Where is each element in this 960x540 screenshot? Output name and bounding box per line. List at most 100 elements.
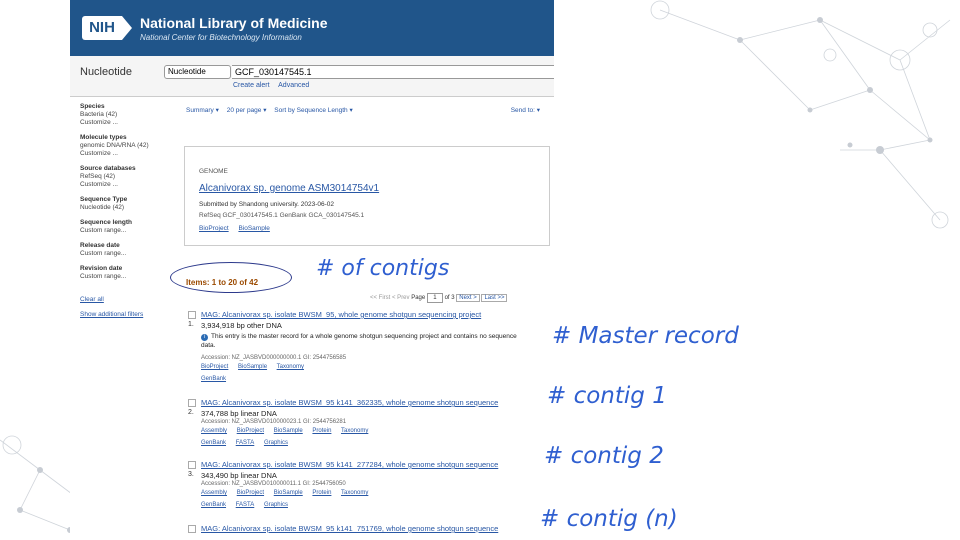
taxonomy-link[interactable]: Taxonomy: [277, 364, 304, 370]
search-bar: Nucleotide Nucleotide GCF_030147545.1 Cr…: [70, 56, 554, 97]
facet-option[interactable]: Custom range...: [80, 227, 174, 235]
facet-option[interactable]: Custom range...: [80, 273, 174, 281]
info-icon: i: [201, 334, 208, 341]
protein-link[interactable]: Protein: [312, 490, 331, 496]
bioproject-link[interactable]: BioProject: [237, 428, 264, 434]
facet-heading: Species: [80, 103, 105, 110]
next-page-button[interactable]: Next >: [456, 294, 480, 302]
nih-logo[interactable]: NIH: [82, 16, 122, 40]
facet-customize[interactable]: Customize ...: [80, 181, 174, 189]
genbank-link[interactable]: GenBank: [201, 502, 226, 508]
genbank-link[interactable]: GenBank: [201, 440, 226, 446]
genome-links: BioProject BioSample: [199, 225, 278, 232]
prev-page-link[interactable]: < Prev: [392, 295, 410, 301]
annotation-contigs: # of contigs: [316, 256, 450, 281]
genome-title-link[interactable]: Alcanivorax sp. genome ASM3014754v1: [199, 183, 379, 194]
pager: << First < Prev Page 1 of 3 Next > Last …: [370, 293, 508, 303]
biosample-link[interactable]: BioSample: [274, 428, 303, 434]
graphics-link[interactable]: Graphics: [264, 440, 288, 446]
result-checkbox[interactable]: [188, 399, 196, 407]
nlm-header: NIH National Library of Medicine Nationa…: [70, 0, 554, 56]
genome-label: GENOME: [199, 168, 228, 175]
items-count: Items: 1 to 20 of 42: [186, 278, 259, 287]
clear-all-link[interactable]: Clear all: [80, 296, 174, 304]
annotation-master-record: # Master record: [552, 323, 739, 349]
fasta-link[interactable]: FASTA: [236, 440, 255, 446]
facet-option[interactable]: genomic DNA/RNA (42): [80, 142, 174, 150]
assembly-link[interactable]: Assembly: [201, 428, 227, 434]
facet-customize[interactable]: Customize ...: [80, 119, 174, 127]
page-number-input[interactable]: 1: [426, 293, 443, 303]
result-desc: 343,490 bp linear DNA: [201, 471, 277, 480]
genome-box: GENOME Alcanivorax sp. genome ASM3014754…: [184, 146, 550, 246]
graphics-link[interactable]: Graphics: [264, 502, 288, 508]
result-desc: 3,934,918 bp other DNA: [201, 321, 282, 330]
result-item: 3. MAG: Alcanivorax sp. isolate BWSM_95 …: [188, 460, 548, 512]
search-sublinks: Create alert Advanced: [233, 82, 316, 89]
facet-heading: Source databases: [80, 165, 136, 172]
search-input[interactable]: GCF_030147545.1: [232, 65, 554, 79]
page-of: of 3: [444, 295, 455, 301]
facet-option[interactable]: Custom range...: [80, 250, 174, 258]
results-toolbar: Summary ▾ 20 per page ▾ Sort by Sequence…: [186, 106, 546, 114]
result-desc: 374,788 bp linear DNA: [201, 409, 277, 418]
facet-option[interactable]: Nucleotide (42): [80, 204, 174, 212]
genome-refseq: RefSeq GCF_030147545.1 GenBank GCA_03014…: [199, 212, 365, 219]
facet-option[interactable]: Bacteria (42): [80, 111, 174, 119]
last-page-button[interactable]: Last >>: [481, 294, 508, 302]
annotation-contig-n: # contig (n): [540, 506, 678, 532]
biosample-link[interactable]: BioSample: [238, 364, 267, 370]
db-label: Nucleotide: [80, 66, 132, 78]
result-links-2: GenBank FASTA Graphics: [201, 440, 296, 446]
taxonomy-link[interactable]: Taxonomy: [341, 490, 368, 496]
facet-option[interactable]: RefSeq (42): [80, 173, 174, 181]
result-checkbox[interactable]: [188, 525, 196, 533]
create-alert-link[interactable]: Create alert: [233, 82, 270, 89]
result-links-2: GenBank FASTA Graphics: [201, 502, 296, 508]
advanced-link[interactable]: Advanced: [278, 82, 309, 89]
bioproject-link[interactable]: BioProject: [201, 364, 228, 370]
bioproject-link[interactable]: BioProject: [237, 490, 264, 496]
show-filters-link[interactable]: Show additional filters: [80, 311, 174, 319]
result-title-link[interactable]: MAG: Alcanivorax sp. isolate BWSM_95 k14…: [201, 398, 498, 407]
result-checkbox[interactable]: [188, 461, 196, 469]
result-title-link[interactable]: MAG: Alcanivorax sp. isolate BWSM_95 k14…: [201, 460, 498, 469]
result-item: MAG: Alcanivorax sp. isolate BWSM_95 k14…: [188, 524, 548, 538]
result-links-2: GenBank: [201, 376, 234, 382]
note-text: This entry is the master record for a wh…: [201, 333, 517, 349]
biosample-link[interactable]: BioSample: [238, 225, 269, 232]
annotation-contig-2: # contig 2: [544, 443, 664, 469]
result-title-link[interactable]: MAG: Alcanivorax sp. isolate BWSM_95 k14…: [201, 524, 498, 533]
annotation-contig-1: # contig 1: [547, 383, 667, 409]
db-select[interactable]: Nucleotide: [164, 65, 231, 79]
org-subtitle: National Center for Biotechnology Inform…: [140, 33, 302, 42]
facet-sequence-length: Sequence length Custom range...: [80, 219, 174, 235]
ncbi-screenshot: NIH National Library of Medicine Nationa…: [70, 0, 554, 540]
result-checkbox[interactable]: [188, 311, 196, 319]
protein-link[interactable]: Protein: [312, 428, 331, 434]
assembly-link[interactable]: Assembly: [201, 490, 227, 496]
summary-dropdown[interactable]: Summary ▾: [186, 107, 219, 114]
facet-heading: Molecule types: [80, 134, 127, 141]
facet-customize[interactable]: Customize ...: [80, 150, 174, 158]
result-item: 2. MAG: Alcanivorax sp. isolate BWSM_95 …: [188, 398, 548, 450]
nih-logo-arrow: [122, 16, 132, 40]
genbank-link[interactable]: GenBank: [201, 376, 226, 382]
per-page-dropdown[interactable]: 20 per page ▾: [227, 107, 267, 114]
facet-heading: Release date: [80, 242, 120, 249]
accession: Accession: NZ_JASBVD010000023.1 GI: 2544…: [201, 419, 347, 425]
sort-dropdown[interactable]: Sort by Sequence Length ▾: [274, 107, 352, 114]
send-to-dropdown[interactable]: Send to: ▾: [511, 106, 540, 114]
first-page-link[interactable]: << First: [370, 295, 390, 301]
org-title[interactable]: National Library of Medicine: [140, 15, 327, 31]
result-title-link[interactable]: MAG: Alcanivorax sp. isolate BWSM_95, wh…: [201, 310, 481, 319]
result-links: Assembly BioProject BioSample Protein Ta…: [201, 490, 376, 496]
fasta-link[interactable]: FASTA: [236, 502, 255, 508]
result-item: 1. MAG: Alcanivorax sp. isolate BWSM_95,…: [188, 310, 548, 390]
bioproject-link[interactable]: BioProject: [199, 225, 229, 232]
result-links: BioProject BioSample Taxonomy: [201, 364, 312, 370]
taxonomy-link[interactable]: Taxonomy: [341, 428, 368, 434]
filter-sidebar: Species Bacteria (42) Customize ... Mole…: [80, 103, 174, 326]
biosample-link[interactable]: BioSample: [274, 490, 303, 496]
accession: Accession: NZ_JASBVD010000011.1 GI: 2544…: [201, 481, 346, 487]
